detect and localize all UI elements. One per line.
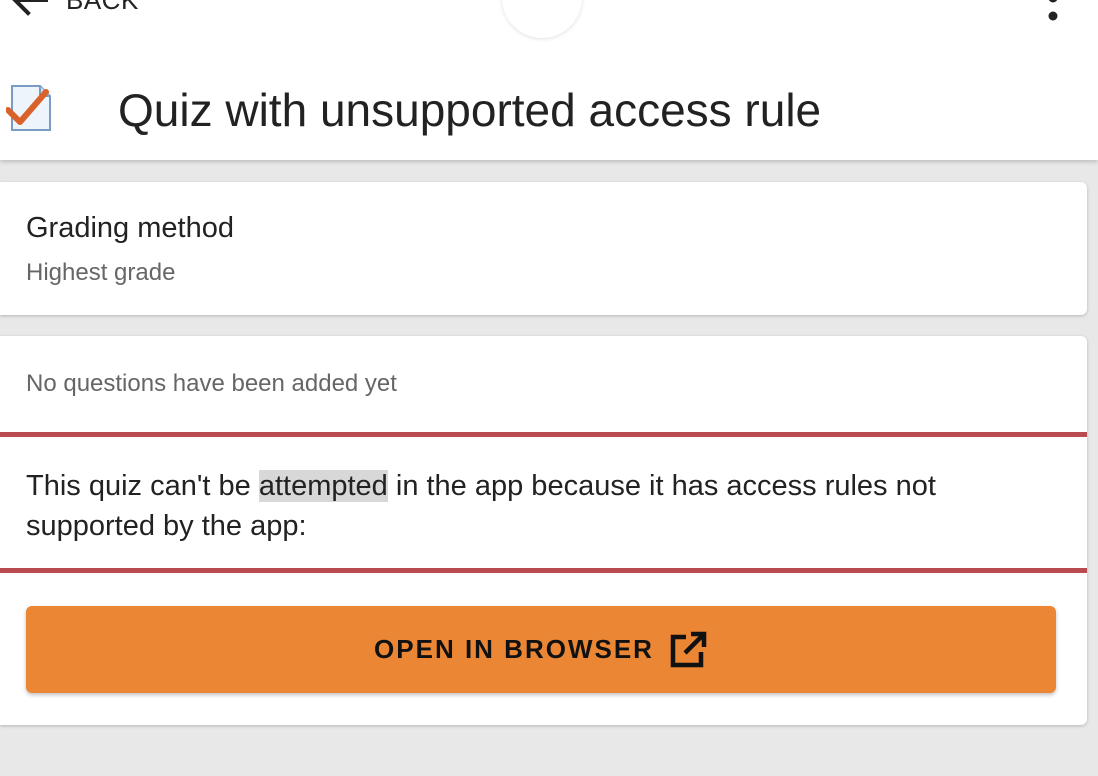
warning-highlight: attempted bbox=[258, 470, 388, 502]
open-in-browser-label: OPEN IN BROWSER bbox=[374, 634, 654, 664]
quiz-checkmark-icon bbox=[6, 85, 51, 131]
unsupported-access-warning: This quiz can't be attempted in the app … bbox=[26, 466, 1066, 546]
back-label: BACK bbox=[66, 0, 139, 15]
open-in-browser-button[interactable]: OPEN IN BROWSER bbox=[26, 606, 1056, 693]
more-vertical-icon[interactable] bbox=[1038, 0, 1068, 28]
back-button[interactable]: BACK bbox=[6, 0, 139, 22]
arrow-left-icon bbox=[12, 0, 48, 16]
grading-card bbox=[0, 182, 1087, 315]
page-title: Quiz with unsupported access rule bbox=[118, 84, 822, 136]
open-external-icon bbox=[670, 631, 707, 667]
warning-divider-top bbox=[0, 432, 1087, 437]
grading-method-value: Highest grade bbox=[26, 259, 176, 286]
warning-text-start: This quiz can't be bbox=[26, 470, 259, 502]
app-header: BACK Quiz with unsupported access rule bbox=[0, 0, 1098, 160]
no-questions-text: No questions have been added yet bbox=[26, 370, 397, 397]
header-center-badge bbox=[502, 0, 582, 38]
warning-divider-bottom bbox=[0, 568, 1087, 573]
grading-method-label: Grading method bbox=[26, 212, 234, 244]
